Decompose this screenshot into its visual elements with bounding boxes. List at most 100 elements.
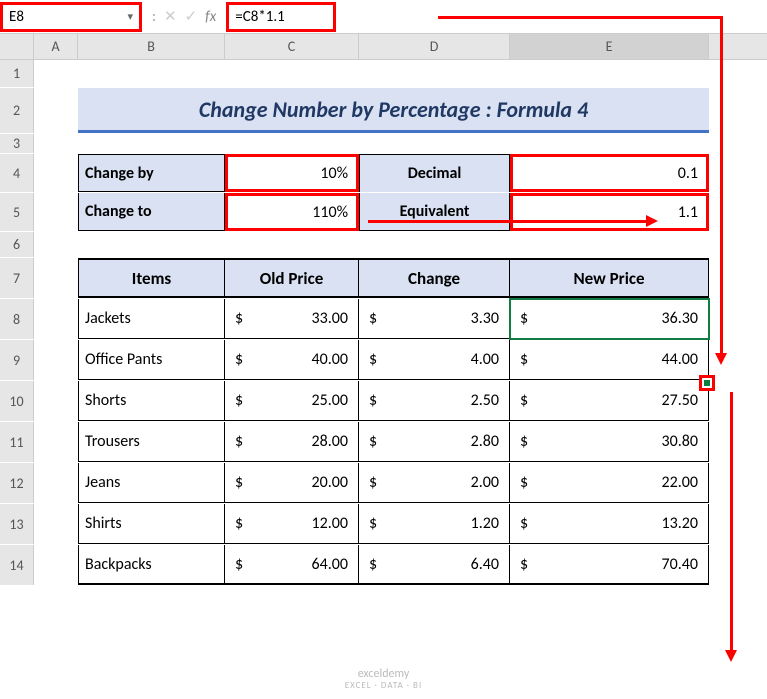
select-all-corner[interactable] (0, 34, 34, 59)
new-price-cell[interactable]: $27.50 (510, 381, 709, 421)
row-header-9[interactable]: 9 (0, 340, 34, 380)
change-cell[interactable]: $2.00 (359, 463, 510, 503)
fill-handle[interactable] (699, 375, 715, 391)
chevron-down-icon[interactable]: ▾ (127, 10, 133, 23)
item-cell[interactable]: Trousers (78, 422, 225, 462)
item-cell[interactable]: Shirts (78, 504, 225, 544)
old-price-cell[interactable]: $33.00 (225, 299, 359, 339)
cell-D1[interactable] (359, 60, 510, 87)
row-header-11[interactable]: 11 (0, 422, 34, 462)
cell-A11[interactable] (34, 422, 78, 462)
old-price-cell[interactable]: $25.00 (225, 381, 359, 421)
cell-row3[interactable] (78, 134, 709, 153)
change-to-label[interactable]: Change to (78, 193, 225, 231)
colon-icon: : (152, 8, 156, 26)
old-price-cell[interactable]: $20.00 (225, 463, 359, 503)
th-old[interactable]: Old Price (225, 258, 359, 298)
fx-controls: : ✕ ✓ fx (142, 7, 226, 26)
row-header-13[interactable]: 13 (0, 504, 34, 544)
name-box-value: E8 (9, 8, 24, 26)
arrow-fill-vert (730, 392, 733, 652)
th-change[interactable]: Change (359, 258, 510, 298)
new-price-cell[interactable]: $30.80 (510, 422, 709, 462)
title-cell[interactable]: Change Number by Percentage : Formula 4 (78, 88, 709, 133)
row-header-3[interactable]: 3 (0, 134, 34, 153)
decimal-val-1[interactable]: 0.1 (510, 154, 709, 192)
th-new[interactable]: New Price (510, 258, 709, 298)
item-cell[interactable]: Shorts (78, 381, 225, 421)
cancel-icon[interactable]: ✕ (164, 7, 177, 26)
cell-B1[interactable] (78, 60, 225, 87)
cell-C1[interactable] (225, 60, 359, 87)
row-header-4[interactable]: 4 (0, 154, 34, 192)
arrow-formula-vert (720, 16, 723, 356)
decimal-val-2[interactable]: 1.1 (510, 193, 709, 231)
row-header-12[interactable]: 12 (0, 463, 34, 503)
item-cell[interactable]: Jackets (78, 299, 225, 339)
cell-A10[interactable] (34, 381, 78, 421)
old-price-cell[interactable]: $64.00 (225, 545, 359, 585)
cell-A1[interactable] (34, 60, 78, 87)
cell-E1[interactable] (510, 60, 709, 87)
new-price-cell[interactable]: $22.00 (510, 463, 709, 503)
cell-A3[interactable] (34, 134, 78, 153)
row-header-1[interactable]: 1 (0, 60, 34, 87)
change-cell[interactable]: $2.50 (359, 381, 510, 421)
cell-A12[interactable] (34, 463, 78, 503)
change-cell[interactable]: $6.40 (359, 545, 510, 585)
cell-A5[interactable] (34, 193, 78, 231)
row-header-2[interactable]: 2 (0, 88, 34, 133)
new-price-cell[interactable]: $36.30 (510, 299, 709, 339)
decimal-label-1[interactable]: Decimal (359, 154, 510, 192)
change-cell[interactable]: $4.00 (359, 340, 510, 380)
change-to-pct[interactable]: 110% (225, 193, 359, 231)
change-cell[interactable]: $2.80 (359, 422, 510, 462)
item-cell[interactable]: Backpacks (78, 545, 225, 585)
formula-input[interactable]: =C8*1.1 (226, 2, 336, 32)
cell-A7[interactable] (34, 258, 78, 298)
col-header-A[interactable]: A (34, 34, 78, 59)
row-header-5[interactable]: 5 (0, 193, 34, 231)
decimal-label-2[interactable]: Equivalent (359, 193, 510, 231)
data-rows-container: 8Jackets$33.00$3.30$36.309Office Pants$4… (0, 299, 767, 586)
item-cell[interactable]: Office Pants (78, 340, 225, 380)
old-price-cell[interactable]: $12.00 (225, 504, 359, 544)
old-price-cell[interactable]: $28.00 (225, 422, 359, 462)
change-by-pct[interactable]: 10% (225, 154, 359, 192)
arrow-head-right-icon (646, 215, 658, 227)
new-price-cell[interactable]: $70.40 (510, 545, 709, 585)
row-header-8[interactable]: 8 (0, 299, 34, 339)
name-box[interactable]: E8 ▾ (0, 2, 142, 32)
cell-A14[interactable] (34, 545, 78, 585)
th-items[interactable]: Items (78, 258, 225, 298)
cell-A13[interactable] (34, 504, 78, 544)
watermark-bottom: EXCEL · DATA · BI (345, 681, 422, 691)
new-price-cell[interactable]: $13.20 (510, 504, 709, 544)
change-cell[interactable]: $3.30 (359, 299, 510, 339)
new-price-cell[interactable]: $44.00 (510, 340, 709, 380)
confirm-icon[interactable]: ✓ (185, 7, 198, 26)
old-price-cell[interactable]: $40.00 (225, 340, 359, 380)
col-header-B[interactable]: B (78, 34, 225, 59)
spreadsheet-grid: 1 2 Change Number by Percentage : Formul… (0, 60, 767, 586)
change-cell[interactable]: $1.20 (359, 504, 510, 544)
arrow-head-down-icon (715, 353, 727, 365)
cell-row6[interactable] (78, 232, 709, 257)
cell-A6[interactable] (34, 232, 78, 257)
row-header-7[interactable]: 7 (0, 258, 34, 298)
row-header-6[interactable]: 6 (0, 232, 34, 257)
change-by-label[interactable]: Change by (78, 154, 225, 192)
col-header-D[interactable]: D (359, 34, 510, 59)
row-header-14[interactable]: 14 (0, 545, 34, 585)
fx-icon[interactable]: fx (205, 8, 216, 26)
col-header-E[interactable]: E (510, 34, 709, 59)
col-header-C[interactable]: C (225, 34, 359, 59)
cell-A2[interactable] (34, 88, 78, 133)
item-cell[interactable]: Jeans (78, 463, 225, 503)
title-text: Change Number by Percentage : Formula 4 (199, 96, 588, 123)
row-header-10[interactable]: 10 (0, 381, 34, 421)
cell-A9[interactable] (34, 340, 78, 380)
cell-A4[interactable] (34, 154, 78, 192)
arrow-formula-horiz (438, 16, 723, 19)
cell-A8[interactable] (34, 299, 78, 339)
